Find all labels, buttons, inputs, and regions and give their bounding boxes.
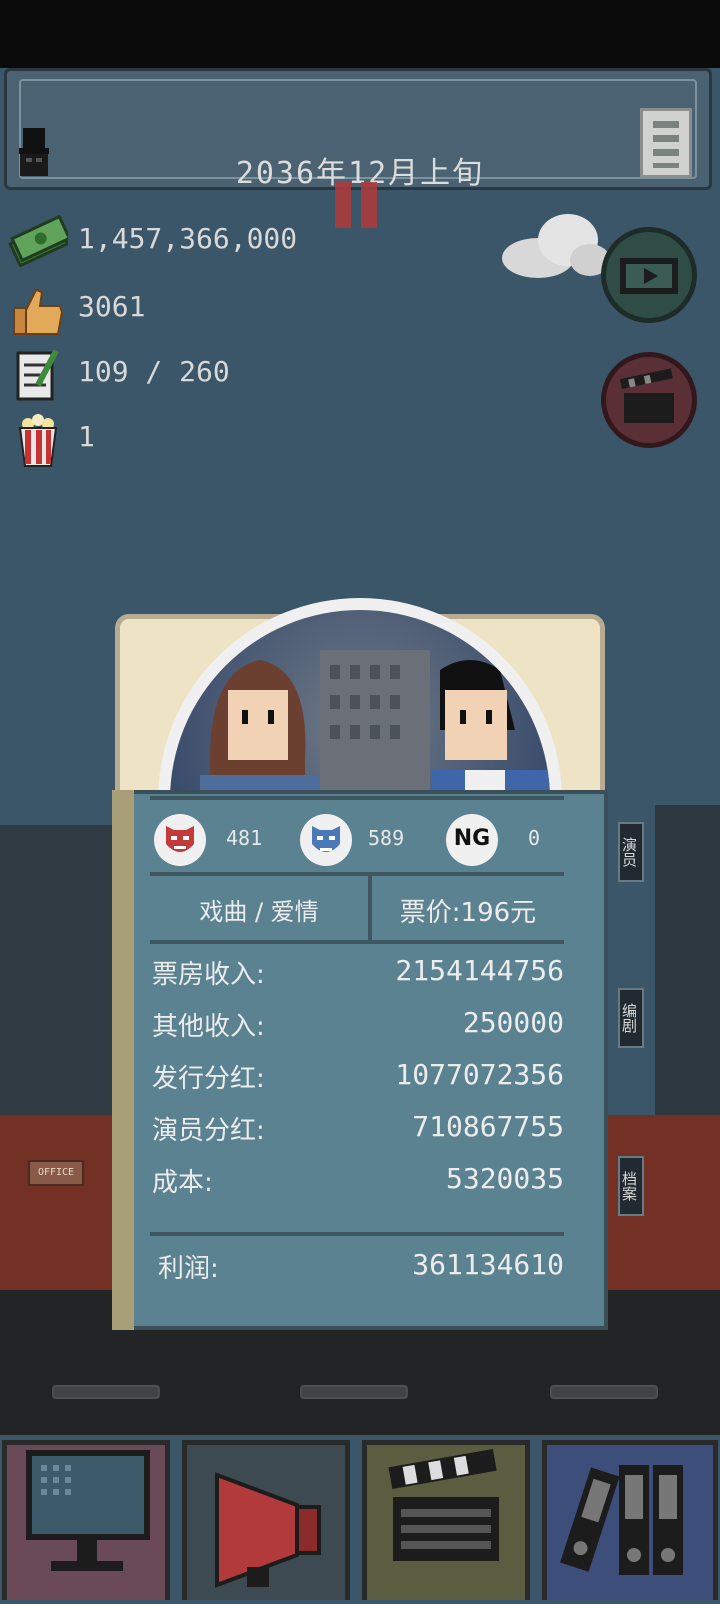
good-review-count: 589 (368, 826, 405, 850)
megaphone-icon (215, 1472, 321, 1588)
script-notepad-icon (8, 345, 68, 405)
cash-icon (8, 212, 72, 272)
box-office-value: 2154144756 (395, 954, 564, 987)
actor-share-value: 710867755 (412, 1110, 564, 1143)
promotion-button[interactable] (182, 1440, 350, 1600)
pause-icon[interactable] (333, 182, 379, 228)
scripts-value: 109 / 260 (78, 355, 230, 388)
lane-marking (300, 1385, 408, 1399)
other-income-label: 其他收入: (152, 1012, 265, 1042)
clapperboard-icon (619, 368, 674, 423)
distribution-share-value: 1077072356 (395, 1058, 564, 1091)
ng-icon: NG (446, 814, 498, 866)
ng-count: 0 (528, 826, 541, 850)
computer-button[interactable] (2, 1440, 170, 1600)
ticket-price: 票价:196元 (399, 898, 537, 928)
building-right (655, 805, 720, 1115)
result-content: 481 589 NG 0 戏曲 / 爱情 票价:196元 票房收入: 21541… (150, 796, 564, 1316)
good-review-mask-icon (300, 814, 352, 866)
panel-edge (112, 790, 134, 1330)
bad-review-mask-icon (154, 814, 206, 866)
box-office-label: 票房收入: (152, 960, 265, 990)
ng-icon-label: NG (453, 826, 491, 851)
lane-marking (52, 1385, 160, 1399)
other-income-value: 250000 (462, 1006, 564, 1039)
writers-tab[interactable]: 编剧 (618, 988, 644, 1048)
thumbs-up-icon (8, 280, 68, 340)
film-reel-button[interactable] (601, 227, 697, 323)
archive-button[interactable] (542, 1440, 718, 1600)
money-value: 1,457,366,000 (78, 222, 298, 255)
lane-marking (550, 1385, 658, 1399)
profit-label: 利润: (158, 1254, 219, 1284)
menu-button[interactable] (640, 108, 692, 178)
office-sign: OFFICE (28, 1160, 84, 1186)
popcorn-value: 1 (78, 420, 95, 453)
archive-tab[interactable]: 档案 (618, 1156, 644, 1216)
actor-share-label: 演员分红: (152, 1116, 265, 1146)
status-bar (0, 0, 720, 68)
likes-value: 3061 (78, 290, 146, 323)
cost-value: 5320035 (445, 1162, 564, 1195)
profit-value: 361134610 (412, 1248, 564, 1281)
clapperboard-button[interactable] (601, 352, 697, 448)
production-button[interactable] (362, 1440, 530, 1600)
binders-icon (560, 1465, 683, 1575)
clapperboard-icon (388, 1448, 499, 1561)
popcorn-icon (8, 410, 68, 470)
distribution-share-label: 发行分红: (152, 1064, 265, 1094)
building-left (0, 825, 112, 1115)
cloud-icon (498, 210, 610, 282)
bad-review-count: 481 (226, 826, 263, 850)
cost-label: 成本: (152, 1168, 213, 1198)
actors-tab[interactable]: 演员 (618, 822, 644, 882)
film-play-icon (620, 258, 678, 294)
genre-label: 戏曲 / 爱情 (199, 898, 319, 926)
computer-icon (26, 1450, 150, 1571)
